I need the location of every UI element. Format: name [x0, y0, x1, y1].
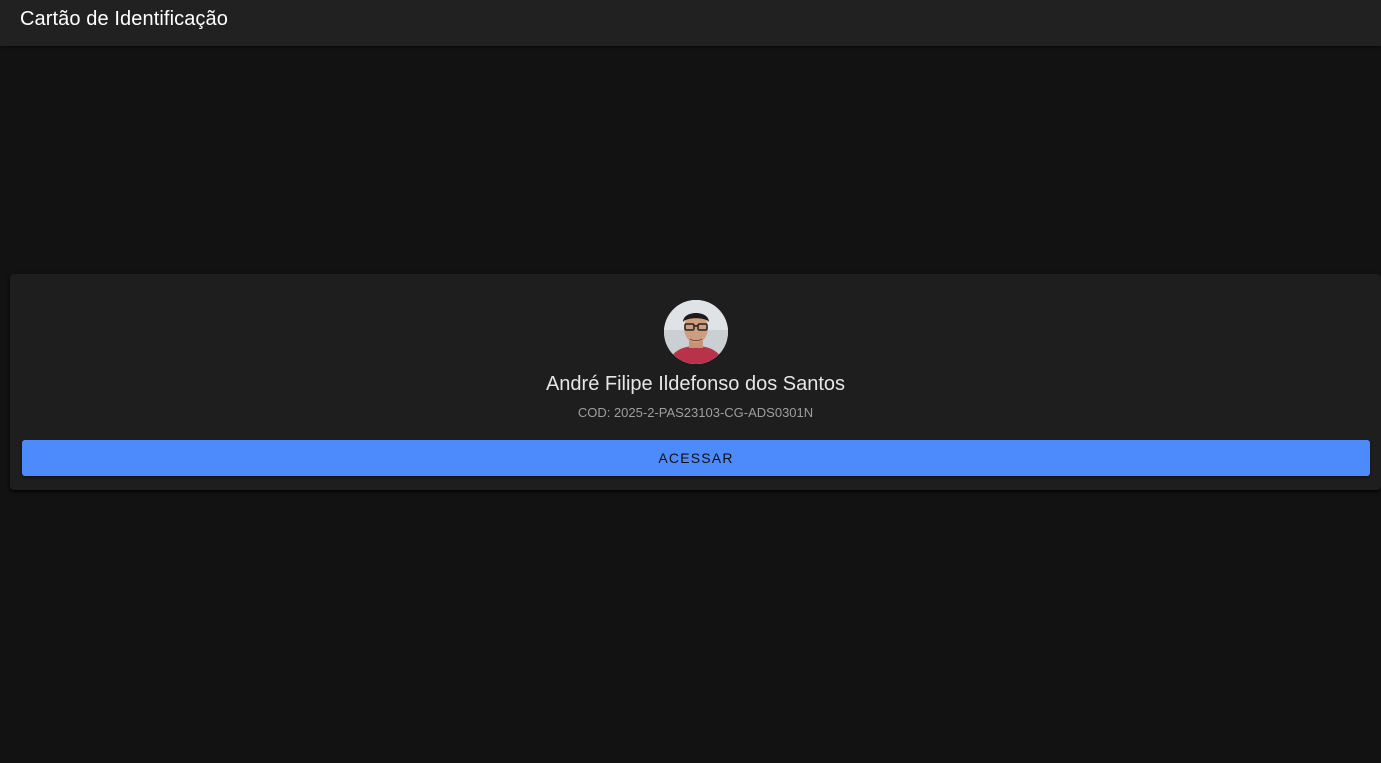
page-title: Cartão de Identificação [20, 8, 228, 30]
user-name: André Filipe Ildefonso dos Santos [545, 373, 846, 395]
identification-card: André Filipe Ildefonso dos Santos COD: 2… [10, 274, 1381, 490]
user-code: COD: 2025-2-PAS23103-CG-ADS0301N [577, 405, 814, 420]
profile-photo-icon [664, 300, 728, 364]
avatar [664, 300, 728, 364]
app-bar: Cartão de Identificação [0, 0, 1381, 46]
access-button[interactable]: ACESSAR [22, 440, 1370, 476]
